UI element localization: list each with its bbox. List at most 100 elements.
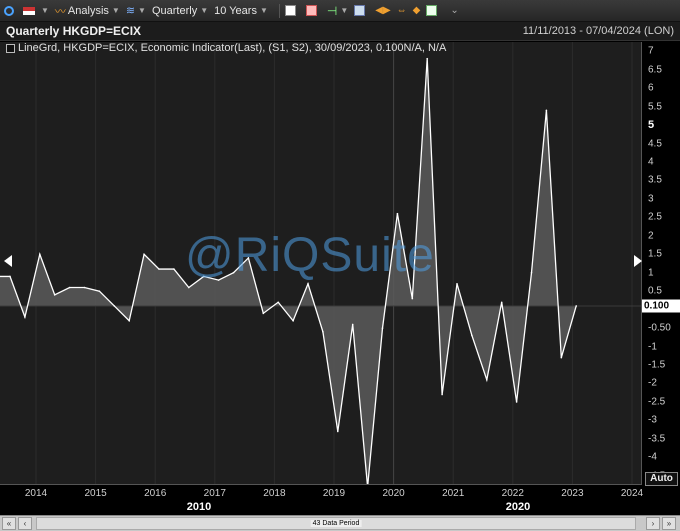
y-tick-label: 3 (648, 193, 654, 205)
y-tick-label: -0.50 (648, 322, 671, 334)
toolbar-divider (278, 3, 280, 18)
last-value-label: 0.100 (642, 299, 680, 313)
zoom-icon[interactable]: ⇔ (397, 5, 407, 16)
data-point (337, 430, 339, 433)
data-point (396, 212, 399, 215)
y-tick-label: -2 (648, 377, 657, 389)
analysis-menu[interactable]: 〰 Analysis ▼ (55, 3, 120, 19)
crosshair-icon[interactable]: ⊣ ▼ (327, 4, 348, 18)
y-tick-label: -3 (648, 414, 657, 426)
range-label: 10 Years (214, 4, 257, 17)
scroll-end-icon[interactable]: » (662, 517, 676, 530)
x-tick-label: 2019 (322, 488, 346, 499)
data-point (381, 327, 384, 329)
data-point (188, 286, 190, 289)
y-tick-label: 5 (648, 119, 655, 132)
y-tick-label: -1 (648, 341, 657, 353)
x-tick-label: 2015 (84, 488, 107, 499)
data-point (113, 305, 116, 307)
x-tick-label: 2020 (382, 488, 405, 499)
analysis-label: Analysis (67, 4, 109, 17)
back-icon[interactable] (4, 5, 17, 16)
data-point (128, 319, 130, 322)
y-tick-label: -2.5 (648, 396, 666, 408)
data-point (575, 305, 577, 307)
data-point (500, 301, 503, 304)
data-point (530, 271, 533, 274)
y-tick-label: 4.5 (648, 138, 662, 150)
scroll-back-icon[interactable]: ‹ (18, 517, 32, 530)
data-point (307, 283, 309, 285)
y-axis[interactable]: 7 6.5 6 5.5 5 4.5 4 3.5 3 2.5 2 1.5 1 0.5 -0.50 -1 -1.5 -… (642, 42, 680, 485)
chart-title: Quarterly HKGDP=ECIX (6, 24, 142, 38)
compare-icon[interactable] (305, 5, 321, 16)
data-point (560, 356, 563, 359)
y-tick-label: 1 (648, 267, 654, 279)
y-tick-label: 6 (648, 82, 654, 94)
data-point (39, 253, 41, 256)
interval-dropdown[interactable]: Quarterly ▼ (152, 5, 208, 17)
y-tick-label: 2.5 (648, 211, 662, 223)
lines-icon: ≋ (125, 5, 136, 17)
watermark-text: @RiQSuite (185, 229, 435, 282)
more-options-icon[interactable]: ⌄ (447, 5, 458, 16)
y-tick-label: -1.5 (648, 359, 666, 371)
y-tick-label: 6.5 (648, 64, 662, 76)
drawing-tools-menu[interactable]: ≋ ▼ (126, 4, 146, 17)
x-decade-label: 2020 (505, 501, 531, 513)
right-pan-arrow-icon[interactable] (634, 255, 642, 267)
data-point (53, 294, 56, 296)
x-axis[interactable]: 2014 2015 2016 2017 2018 2019 2020 2021 2022 2023… (0, 485, 643, 515)
chart-toolbar: ▼ 〰 Analysis ▼ ≋ ▼ Quarterly ▼ 10 Years ▼ ⊣ ▼… (0, 0, 680, 22)
data-point (292, 319, 294, 322)
legend-checkbox-icon[interactable] (6, 43, 15, 53)
x-tick-label: 2018 (263, 488, 286, 499)
time-scrollbar[interactable]: « ‹ 43 Data Period › » (0, 515, 680, 531)
fit-icon[interactable]: ◆ (413, 5, 421, 16)
left-pan-arrow-icon[interactable] (4, 255, 12, 267)
range-dropdown[interactable]: 10 Years ▼ (214, 5, 268, 17)
interval-label: Quarterly (151, 4, 198, 17)
line-chart-icon[interactable] (284, 5, 300, 16)
legend-text: LineGrd, HKGDP=ECIX, Economic Indicator(… (18, 42, 447, 54)
wave-icon: 〰 (54, 5, 66, 18)
scroll-forward-icon[interactable]: › (646, 517, 660, 530)
check-icon[interactable] (426, 5, 441, 16)
y-tick-label: 4 (648, 156, 654, 168)
template-icon[interactable] (354, 5, 369, 16)
x-tick-label: 2014 (24, 488, 48, 499)
data-point (441, 393, 443, 396)
data-point (83, 286, 86, 289)
x-decade-label: 2010 (186, 501, 212, 513)
y-tick-label: 0.5 (648, 285, 662, 297)
flag-icon[interactable]: ▼ (23, 6, 49, 15)
data-point (143, 253, 145, 256)
x-tick-label: 2017 (203, 488, 226, 499)
data-point (9, 275, 11, 278)
scroll-thumb[interactable]: 43 Data Period (36, 517, 636, 530)
series-legend[interactable]: LineGrd, HKGDP=ECIX, Economic Indicator(… (6, 42, 446, 54)
data-point (545, 109, 548, 112)
data-point (351, 323, 354, 326)
data-point (486, 378, 488, 381)
data-point (277, 301, 280, 304)
y-tick-label: -3.5 (648, 433, 666, 445)
data-point (471, 334, 473, 337)
y-tick-label: 3.5 (648, 174, 662, 186)
scroll-start-icon[interactable]: « (2, 517, 16, 530)
data-point (411, 297, 414, 300)
x-tick-label: 2021 (442, 488, 465, 499)
y-tick-label: 1.5 (648, 248, 662, 260)
y-tick-label: 2 (648, 230, 654, 242)
chart-header: Quarterly HKGDP=ECIX 11/11/2013 - 07/04/… (0, 22, 680, 41)
data-point (456, 283, 458, 285)
y-tick-label: 5.5 (648, 101, 662, 113)
auto-scale-button[interactable]: Auto (645, 472, 678, 486)
scroll-left-icon[interactable]: ◀▶ (375, 5, 390, 16)
data-point (322, 330, 324, 333)
date-range: 11/11/2013 - 07/04/2024 (LON) (522, 25, 674, 37)
data-period-label: 43 Data Period (310, 520, 362, 527)
data-point (515, 401, 518, 403)
y-tick-label: -4 (648, 451, 657, 463)
data-point (158, 268, 160, 270)
